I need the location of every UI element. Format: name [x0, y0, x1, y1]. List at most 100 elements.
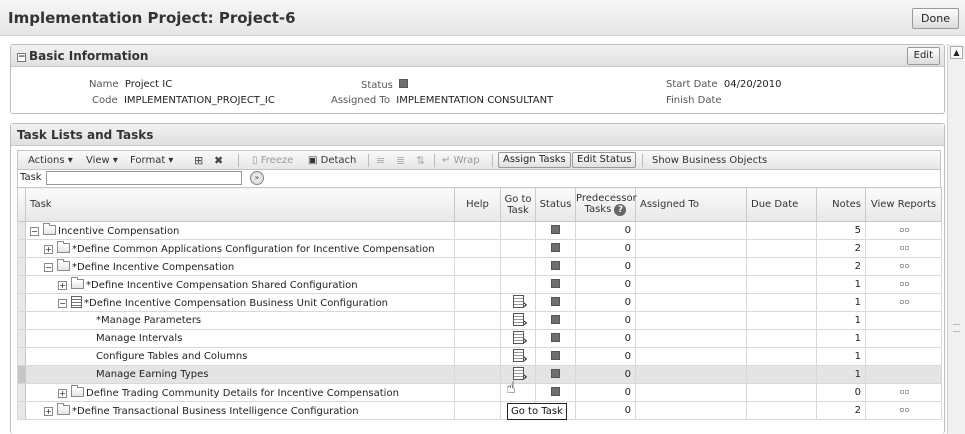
glasses-icon[interactable]: ◦◦	[898, 242, 910, 255]
view-reports-cell[interactable]: ◦◦	[865, 221, 942, 240]
row-marker[interactable]	[17, 311, 26, 330]
status-square-icon[interactable]	[551, 278, 560, 288]
task-name[interactable]: *Define Common Applications Configuratio…	[72, 244, 435, 255]
notes-cell[interactable]: 1	[816, 311, 866, 330]
actions-menu[interactable]: Actions ▾	[28, 155, 73, 166]
status-cell[interactable]	[535, 329, 576, 348]
status-cell[interactable]	[535, 347, 576, 366]
glasses-icon[interactable]: ◦◦	[898, 278, 910, 291]
scroll-up-icon[interactable]: ▲	[950, 46, 963, 59]
wrap-column-icon[interactable]: ≡	[376, 154, 385, 167]
add-task-icon[interactable]: ⊞	[194, 154, 203, 167]
collapse-icon[interactable]: −	[58, 299, 67, 308]
status-square-icon[interactable]	[551, 224, 560, 234]
task-name[interactable]: Configure Tables and Columns	[96, 351, 247, 362]
edit-button[interactable]: Edit	[906, 47, 940, 65]
task-search-input[interactable]	[46, 171, 242, 185]
table-row[interactable]: Configure Tables and Columns 0 1	[17, 347, 942, 366]
row-marker[interactable]	[17, 329, 26, 348]
status-square-icon[interactable]	[551, 314, 560, 324]
status-square-icon[interactable]	[551, 368, 560, 378]
task-cell[interactable]: Configure Tables and Columns	[25, 347, 455, 366]
view-reports-cell[interactable]: ◦◦	[865, 293, 942, 312]
status-square-icon[interactable]	[551, 296, 560, 306]
row-marker[interactable]	[17, 239, 26, 258]
column-header-due-date[interactable]: Due Date	[746, 187, 817, 222]
delete-icon[interactable]: ✖	[214, 154, 223, 167]
column-header-assigned-to[interactable]: Assigned To	[635, 187, 747, 222]
glasses-icon[interactable]: ◦◦	[898, 404, 910, 417]
row-marker[interactable]	[17, 221, 26, 240]
go-to-task-icon[interactable]	[512, 348, 528, 365]
task-cell[interactable]: Manage Intervals	[25, 329, 455, 348]
task-name[interactable]: *Define Incentive Compensation Shared Co…	[86, 280, 358, 291]
status-cell[interactable]	[535, 239, 576, 258]
edit-status-button[interactable]: Edit Status	[572, 152, 637, 168]
go-to-task-cell[interactable]	[500, 347, 536, 366]
go-to-task-icon[interactable]	[512, 330, 528, 347]
glasses-icon[interactable]: ◦◦	[898, 386, 910, 399]
expand-icon[interactable]: +	[58, 280, 67, 290]
notes-cell[interactable]: 0	[816, 383, 866, 402]
format-menu[interactable]: Format ▾	[130, 155, 173, 166]
done-button[interactable]: Done	[912, 8, 959, 29]
status-square-icon[interactable]	[551, 350, 560, 360]
wrap-button[interactable]: ↵ Wrap	[442, 155, 480, 166]
row-marker[interactable]	[17, 347, 26, 366]
collapse-icon[interactable]: −	[30, 226, 39, 236]
status-cell[interactable]	[535, 293, 576, 312]
table-row[interactable]: − *Define Incentive Compensation Business…	[17, 293, 942, 312]
go-to-task-cell[interactable]	[500, 329, 536, 348]
task-cell[interactable]: − Incentive Compensation	[25, 221, 455, 240]
table-row[interactable]: − Incentive Compensation 0 5 ◦◦	[17, 221, 942, 240]
row-marker[interactable]	[17, 365, 26, 384]
task-name[interactable]: Define Trading Community Details for Inc…	[86, 388, 399, 399]
collapse-icon[interactable]: −	[17, 53, 26, 62]
status-square-icon[interactable]	[551, 332, 560, 342]
table-row[interactable]: *Manage Parameters 0 1	[17, 311, 942, 330]
table-row[interactable]: + *Define Transactional Business Intellig…	[17, 401, 942, 420]
notes-cell[interactable]: 1	[816, 347, 866, 366]
collapse-icon[interactable]: −	[44, 262, 53, 272]
view-reports-cell[interactable]: ◦◦	[865, 275, 942, 294]
column-header-status[interactable]: Status	[535, 187, 576, 222]
task-cell[interactable]: *Manage Parameters	[25, 311, 455, 330]
task-name[interactable]: Manage Earning Types	[96, 369, 208, 380]
notes-cell[interactable]: 1	[816, 275, 866, 294]
status-cell[interactable]	[535, 275, 576, 294]
task-name[interactable]: *Define Transactional Business Intellige…	[72, 406, 359, 417]
view-reports-cell[interactable]: ◦◦	[865, 257, 942, 276]
task-name[interactable]: Manage Intervals	[96, 333, 182, 344]
task-name[interactable]: *Define Incentive Compensation	[72, 262, 234, 273]
assign-tasks-button[interactable]: Assign Tasks	[498, 152, 571, 168]
task-cell[interactable]: + *Define Incentive Compensation Shared C…	[25, 275, 455, 294]
task-name[interactable]: *Define Incentive Compensation Business …	[84, 298, 388, 309]
view-reports-cell[interactable]: ◦◦	[865, 239, 942, 258]
column-header-go-to-task[interactable]: Go to Task	[500, 187, 536, 222]
notes-cell[interactable]: 1	[816, 293, 866, 312]
go-to-task-cell[interactable]	[500, 293, 536, 312]
table-row[interactable]: + *Define Incentive Compensation Shared C…	[17, 275, 942, 294]
table-row[interactable]: Manage Intervals 0 1	[17, 329, 942, 348]
status-cell[interactable]	[535, 365, 576, 384]
glasses-icon[interactable]: ◦◦	[898, 296, 910, 309]
expand-icon[interactable]: +	[44, 244, 53, 254]
view-reports-cell[interactable]: ◦◦	[865, 383, 942, 402]
expand-icon[interactable]: +	[44, 406, 53, 416]
view-menu[interactable]: View ▾	[86, 155, 118, 166]
task-cell[interactable]: + *Define Transactional Business Intellig…	[25, 401, 455, 420]
task-name[interactable]: Incentive Compensation	[58, 226, 179, 237]
row-marker[interactable]	[17, 401, 26, 420]
status-cell[interactable]	[535, 257, 576, 276]
column-header-view-reports[interactable]: View Reports	[865, 187, 942, 222]
detach-button[interactable]: ▣ Detach	[308, 155, 356, 166]
task-cell[interactable]: − *Define Incentive Compensation	[25, 257, 455, 276]
task-cell[interactable]: − *Define Incentive Compensation Business…	[25, 293, 455, 312]
go-to-task-icon[interactable]	[512, 294, 528, 311]
go-to-task-icon[interactable]	[512, 312, 528, 329]
column-header-help[interactable]: Help	[454, 187, 501, 222]
freeze-button[interactable]: ▯ Freeze	[252, 155, 293, 166]
view-reports-cell[interactable]: ◦◦	[865, 401, 942, 420]
table-row[interactable]: + Define Trading Community Details for In…	[17, 383, 942, 402]
column-header-predecessor-tasks[interactable]: Predecessor Tasks ?	[575, 187, 637, 222]
